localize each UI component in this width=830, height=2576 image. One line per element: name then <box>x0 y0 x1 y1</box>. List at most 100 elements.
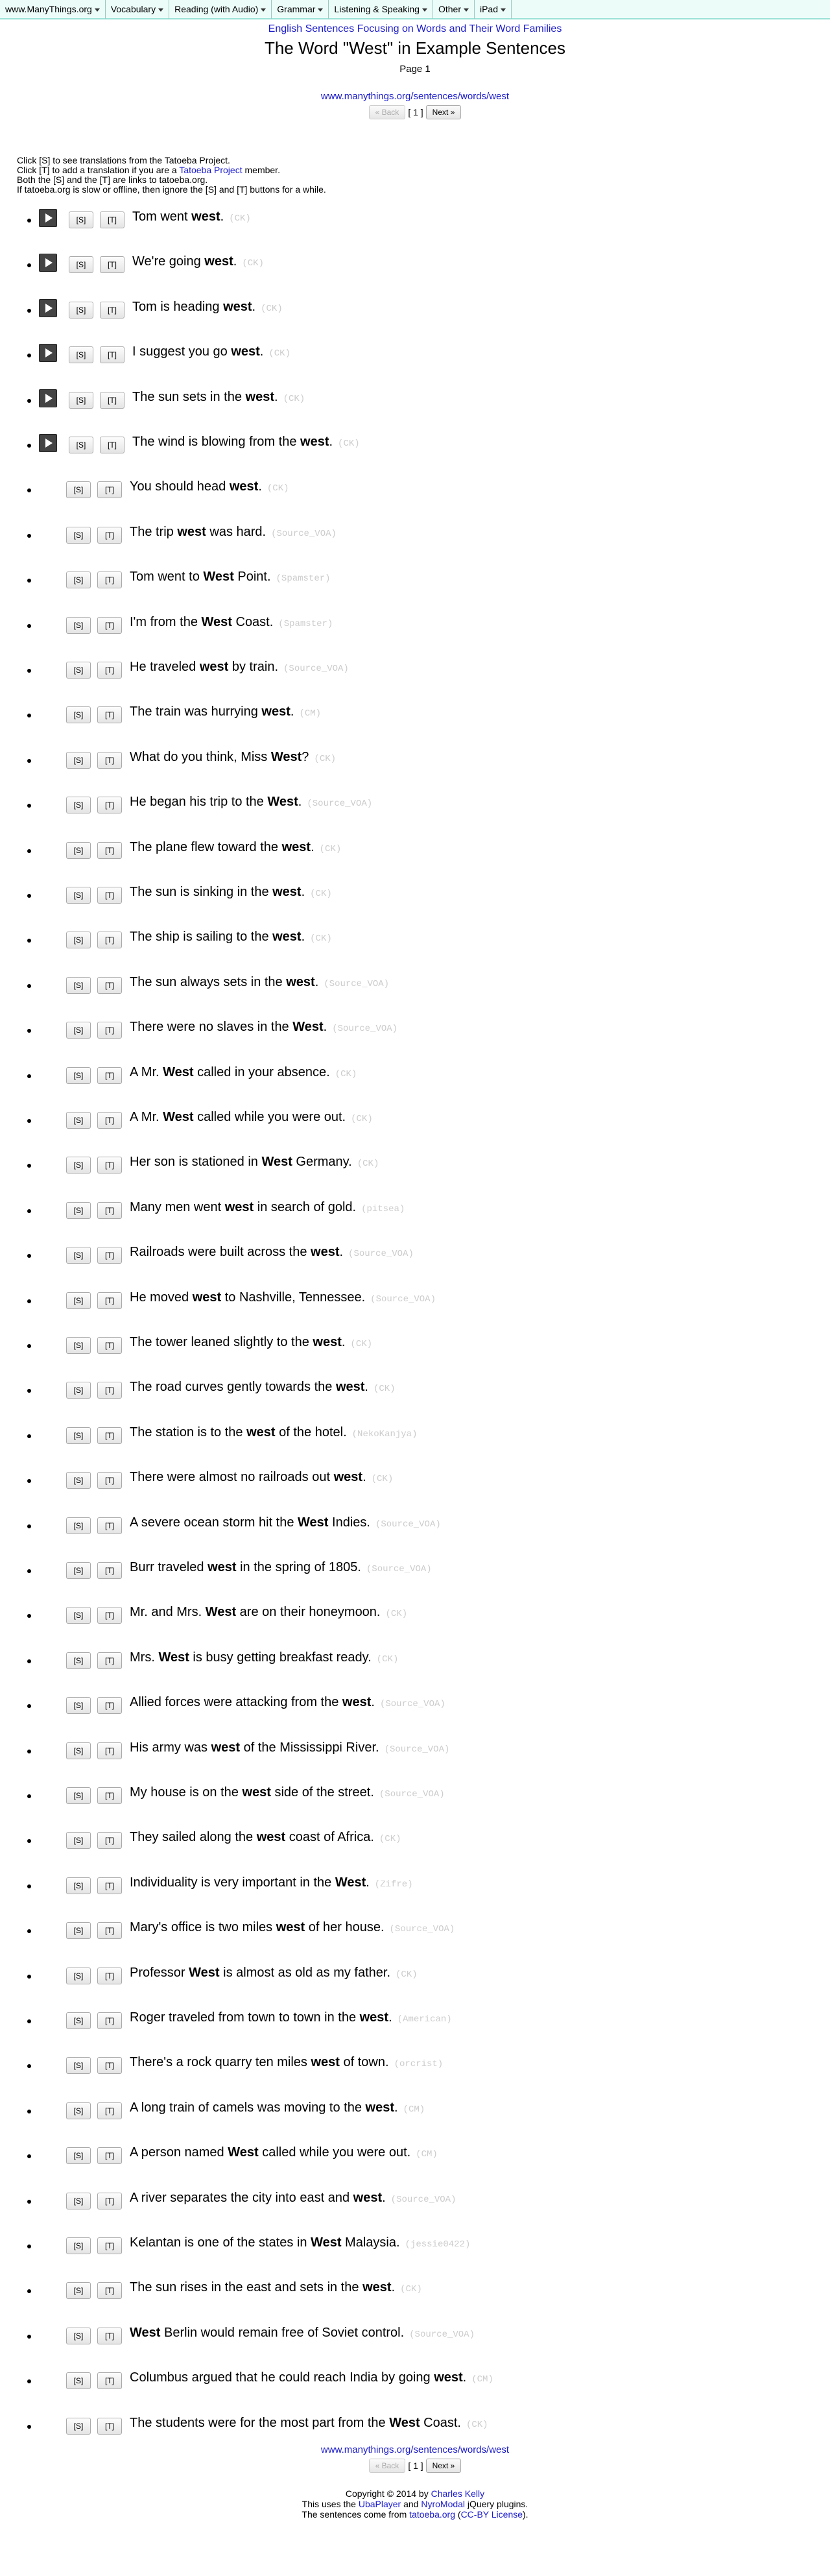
add-translation-button[interactable]: [T] <box>97 2328 122 2344</box>
add-translation-button[interactable]: [T] <box>100 256 124 273</box>
add-translation-button[interactable]: [T] <box>97 1472 122 1489</box>
nav-item[interactable]: www.ManyThings.org <box>0 0 106 19</box>
show-translations-button[interactable]: [S] <box>69 437 93 453</box>
show-translations-button[interactable]: [S] <box>66 2372 91 2389</box>
add-translation-button[interactable]: [T] <box>97 1697 122 1714</box>
show-translations-button[interactable]: [S] <box>66 2147 91 2164</box>
show-translations-button[interactable]: [S] <box>66 2057 91 2074</box>
next-button-bottom[interactable]: Next » <box>425 2459 462 2473</box>
nav-item[interactable]: Other <box>433 0 475 19</box>
add-translation-button[interactable]: [T] <box>97 1427 122 1444</box>
nav-item[interactable]: Vocabulary <box>106 0 170 19</box>
nyromodal-link[interactable]: NyroModal <box>421 2499 465 2509</box>
play-audio-button[interactable] <box>39 299 57 317</box>
add-translation-button[interactable]: [T] <box>97 1787 122 1804</box>
add-translation-button[interactable]: [T] <box>97 481 122 498</box>
show-translations-button[interactable]: [S] <box>66 706 91 723</box>
add-translation-button[interactable]: [T] <box>97 706 122 723</box>
next-button[interactable]: Next » <box>425 105 462 119</box>
add-translation-button[interactable]: [T] <box>97 1607 122 1624</box>
show-translations-button[interactable]: [S] <box>66 1247 91 1264</box>
add-translation-button[interactable]: [T] <box>100 346 124 363</box>
word-families-link[interactable]: English Sentences Focusing on Words and … <box>0 23 830 35</box>
show-translations-button[interactable]: [S] <box>66 1022 91 1039</box>
add-translation-button[interactable]: [T] <box>97 887 122 904</box>
show-translations-button[interactable]: [S] <box>66 752 91 769</box>
show-translations-button[interactable]: [S] <box>66 887 91 904</box>
nav-item[interactable]: Listening & Speaking <box>329 0 433 19</box>
show-translations-button[interactable]: [S] <box>66 1157 91 1174</box>
back-button-bottom[interactable]: « Back <box>368 2459 406 2473</box>
add-translation-button[interactable]: [T] <box>97 1922 122 1939</box>
show-translations-button[interactable]: [S] <box>66 1337 91 1354</box>
show-translations-button[interactable]: [S] <box>66 2282 91 2299</box>
show-translations-button[interactable]: [S] <box>69 211 93 228</box>
show-translations-button[interactable]: [S] <box>66 2102 91 2119</box>
add-translation-button[interactable]: [T] <box>97 1517 122 1534</box>
play-audio-button[interactable] <box>39 209 57 227</box>
play-audio-button[interactable] <box>39 254 57 272</box>
add-translation-button[interactable]: [T] <box>97 1292 122 1309</box>
add-translation-button[interactable]: [T] <box>97 1742 122 1759</box>
show-translations-button[interactable]: [S] <box>66 1472 91 1489</box>
add-translation-button[interactable]: [T] <box>97 2193 122 2209</box>
show-translations-button[interactable]: [S] <box>66 1517 91 1534</box>
tatoeba-link[interactable]: tatoeba.org <box>409 2509 455 2520</box>
show-translations-button[interactable]: [S] <box>66 1832 91 1849</box>
add-translation-button[interactable]: [T] <box>97 2282 122 2299</box>
show-translations-button[interactable]: [S] <box>66 1922 91 1939</box>
show-translations-button[interactable]: [S] <box>66 481 91 498</box>
show-translations-button[interactable]: [S] <box>66 2193 91 2209</box>
add-translation-button[interactable]: [T] <box>97 1022 122 1039</box>
show-translations-button[interactable]: [S] <box>66 1382 91 1399</box>
play-audio-button[interactable] <box>39 434 57 452</box>
add-translation-button[interactable]: [T] <box>97 752 122 769</box>
show-translations-button[interactable]: [S] <box>66 2418 91 2435</box>
add-translation-button[interactable]: [T] <box>97 1112 122 1129</box>
add-translation-button[interactable]: [T] <box>100 392 124 409</box>
show-translations-button[interactable]: [S] <box>69 302 93 319</box>
show-translations-button[interactable]: [S] <box>66 1742 91 1759</box>
add-translation-button[interactable]: [T] <box>97 932 122 948</box>
add-translation-button[interactable]: [T] <box>97 2372 122 2389</box>
add-translation-button[interactable]: [T] <box>97 2147 122 2164</box>
add-translation-button[interactable]: [T] <box>97 1968 122 1984</box>
add-translation-button[interactable]: [T] <box>97 617 122 634</box>
show-translations-button[interactable]: [S] <box>66 1607 91 1624</box>
add-translation-button[interactable]: [T] <box>97 1382 122 1399</box>
show-translations-button[interactable]: [S] <box>66 1652 91 1669</box>
page-url-link[interactable]: www.manythings.org/sentences/words/west <box>321 91 509 102</box>
add-translation-button[interactable]: [T] <box>97 1652 122 1669</box>
show-translations-button[interactable]: [S] <box>66 797 91 813</box>
back-button[interactable]: « Back <box>368 105 406 119</box>
author-link[interactable]: Charles Kelly <box>431 2488 484 2499</box>
add-translation-button[interactable]: [T] <box>100 302 124 319</box>
add-translation-button[interactable]: [T] <box>97 797 122 813</box>
show-translations-button[interactable]: [S] <box>66 527 91 544</box>
add-translation-button[interactable]: [T] <box>97 1337 122 1354</box>
page-url-link-bottom[interactable]: www.manythings.org/sentences/words/west <box>321 2444 509 2455</box>
show-translations-button[interactable]: [S] <box>66 1787 91 1804</box>
add-translation-button[interactable]: [T] <box>97 2102 122 2119</box>
show-translations-button[interactable]: [S] <box>66 1202 91 1219</box>
show-translations-button[interactable]: [S] <box>66 572 91 588</box>
show-translations-button[interactable]: [S] <box>66 842 91 859</box>
show-translations-button[interactable]: [S] <box>66 2012 91 2029</box>
show-translations-button[interactable]: [S] <box>66 617 91 634</box>
play-audio-button[interactable] <box>39 389 57 407</box>
add-translation-button[interactable]: [T] <box>97 1832 122 1849</box>
add-translation-button[interactable]: [T] <box>100 211 124 228</box>
license-link[interactable]: CC-BY License <box>461 2509 523 2520</box>
add-translation-button[interactable]: [T] <box>97 1157 122 1174</box>
show-translations-button[interactable]: [S] <box>66 1427 91 1444</box>
show-translations-button[interactable]: [S] <box>69 392 93 409</box>
show-translations-button[interactable]: [S] <box>69 256 93 273</box>
add-translation-button[interactable]: [T] <box>97 662 122 679</box>
add-translation-button[interactable]: [T] <box>97 1562 122 1579</box>
show-translations-button[interactable]: [S] <box>66 1877 91 1894</box>
add-translation-button[interactable]: [T] <box>97 2418 122 2435</box>
add-translation-button[interactable]: [T] <box>97 1877 122 1894</box>
show-translations-button[interactable]: [S] <box>66 1562 91 1579</box>
add-translation-button[interactable]: [T] <box>97 572 122 588</box>
show-translations-button[interactable]: [S] <box>66 662 91 679</box>
